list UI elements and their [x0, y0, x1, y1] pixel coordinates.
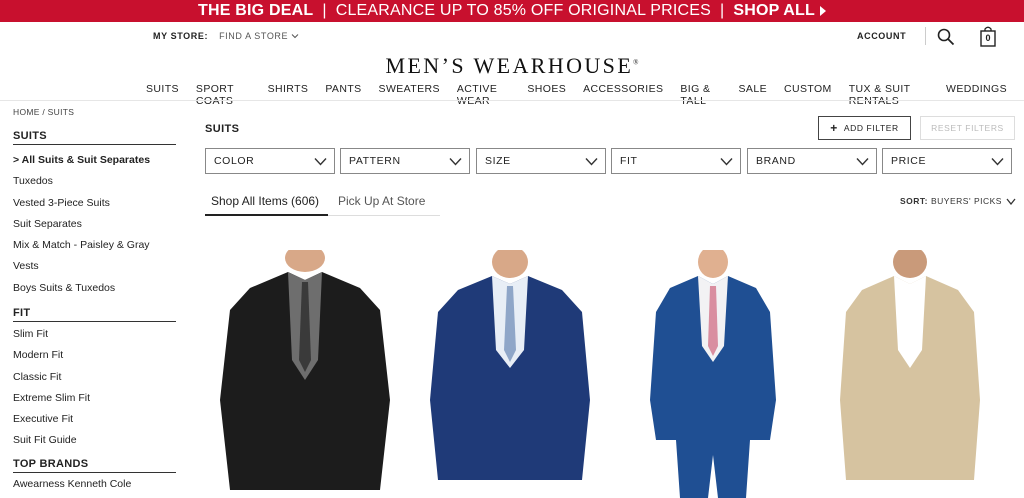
suit-trousers — [676, 440, 750, 498]
site-logo[interactable]: MEN’S WEARHOUSE® — [0, 53, 1024, 79]
add-filter-label: ADD FILTER — [843, 123, 899, 133]
cart-count: 0 — [985, 33, 991, 43]
nav-item-tux-suit-rentals[interactable]: TUX & SUIT RENTALS — [849, 83, 929, 107]
nav-item-sweaters[interactable]: SWEATERS — [379, 83, 440, 107]
sidebar-section-top-brands: TOP BRANDS Awearness Kenneth Cole — [13, 458, 176, 495]
sidebar-item-tuxedos[interactable]: Tuxedos — [13, 171, 176, 192]
plus-icon: + — [830, 121, 838, 135]
sidebar-item-suit-separates[interactable]: Suit Separates — [13, 214, 176, 235]
reset-filters-button[interactable]: RESET FILTERS — [920, 116, 1015, 140]
sort-label: SORT: — [900, 196, 928, 206]
nav-item-suits[interactable]: SUITS — [146, 83, 179, 107]
nav-item-weddings[interactable]: WEDDINGS — [946, 83, 1007, 107]
sidebar-heading: SUITS — [13, 130, 176, 145]
shop-all-link[interactable]: SHOP ALL — [733, 2, 815, 20]
filter-label: PRICE — [891, 155, 927, 167]
sidebar-heading: TOP BRANDS — [13, 458, 176, 473]
store-selector: MY STORE: FIND A STORE — [153, 31, 299, 41]
sidebar-item-mix-match[interactable]: Mix & Match - Paisley & Gray — [13, 235, 176, 256]
find-store-link[interactable]: FIND A STORE — [219, 31, 299, 41]
sidebar-section-fit: FIT Slim Fit Modern Fit Classic Fit Extr… — [13, 307, 176, 452]
nav-item-accessories[interactable]: ACCESSORIES — [583, 83, 663, 107]
sidebar-item-vests[interactable]: Vests — [13, 256, 176, 277]
account-link[interactable]: ACCOUNT — [857, 31, 906, 41]
tab-baseline — [328, 215, 440, 216]
page-title: SUITS — [205, 123, 240, 135]
product-image[interactable] — [430, 250, 590, 498]
logo-text: MEN’S WEARHOUSE — [385, 53, 634, 78]
sidebar-item-classic-fit[interactable]: Classic Fit — [13, 367, 176, 388]
face — [285, 250, 325, 272]
sidebar-heading: FIT — [13, 307, 176, 322]
product-card[interactable] — [220, 250, 390, 498]
nav-item-active-wear[interactable]: ACTIVE WEAR — [457, 83, 510, 107]
tab-shop-all-items[interactable]: Shop All Items (606) — [211, 194, 319, 208]
sidebar-item-suit-fit-guide[interactable]: Suit Fit Guide — [13, 430, 176, 451]
sidebar-item-all-suits[interactable]: > All Suits & Suit Separates — [13, 150, 176, 171]
promo-text: CLEARANCE UP TO 85% OFF ORIGINAL PRICES — [335, 2, 711, 19]
filter-label: PATTERN — [349, 155, 401, 167]
sort-dropdown[interactable]: SORT: BUYERS' PICKS — [900, 196, 1016, 206]
sidebar-section-suits: SUITS > All Suits & Suit Separates Tuxed… — [13, 130, 176, 299]
promo-separator: | — [322, 2, 327, 19]
nav-item-shirts[interactable]: SHIRTS — [268, 83, 309, 107]
chevron-down-icon — [991, 158, 1004, 166]
filter-pattern-dropdown[interactable]: PATTERN — [340, 148, 470, 174]
chevron-down-icon — [291, 34, 299, 39]
chevron-down-icon — [720, 158, 733, 166]
sidebar-item-extreme-slim-fit[interactable]: Extreme Slim Fit — [13, 388, 176, 409]
filter-color-dropdown[interactable]: COLOR — [205, 148, 335, 174]
sort-value: BUYERS' PICKS — [931, 196, 1002, 206]
header-divider — [925, 27, 926, 45]
filter-price-dropdown[interactable]: PRICE — [882, 148, 1012, 174]
sidebar-item-boys-suits[interactable]: Boys Suits & Tuxedos — [13, 278, 176, 299]
product-image[interactable] — [648, 250, 778, 498]
chevron-down-icon — [585, 158, 598, 166]
nav-item-shoes[interactable]: SHOES — [527, 83, 566, 107]
main-nav: SUITS SPORT COATS SHIRTS PANTS SWEATERS … — [146, 83, 1024, 107]
face — [492, 250, 528, 278]
product-image[interactable] — [220, 250, 390, 498]
sidebar-item-executive-fit[interactable]: Executive Fit — [13, 409, 176, 430]
nav-item-big-tall[interactable]: BIG & TALL — [680, 83, 721, 107]
promo-deal: THE BIG DEAL — [198, 2, 314, 19]
product-card[interactable] — [430, 250, 590, 498]
product-image[interactable] — [840, 250, 980, 498]
face — [698, 250, 728, 278]
filter-fit-dropdown[interactable]: FIT — [611, 148, 741, 174]
play-arrow-icon — [819, 6, 826, 16]
tab-pick-up-at-store[interactable]: Pick Up At Store — [338, 194, 425, 208]
chevron-down-icon — [314, 158, 327, 166]
filter-size-dropdown[interactable]: SIZE — [476, 148, 606, 174]
sidebar-item-slim-fit[interactable]: Slim Fit — [13, 324, 176, 345]
filter-label: SIZE — [485, 155, 511, 167]
add-filter-button[interactable]: + ADD FILTER — [818, 116, 911, 140]
product-card[interactable] — [648, 250, 778, 498]
nav-item-sport-coats[interactable]: SPORT COATS — [196, 83, 251, 107]
chevron-down-icon — [856, 158, 869, 166]
nav-item-sale[interactable]: SALE — [739, 83, 767, 107]
promo-banner[interactable]: THE BIG DEAL | CLEARANCE UP TO 85% OFF O… — [0, 0, 1024, 22]
filter-label: COLOR — [214, 155, 255, 167]
my-store-label: MY STORE: — [153, 31, 209, 41]
header-divider-line — [0, 100, 1024, 101]
filter-label: BRAND — [756, 155, 796, 167]
face — [893, 250, 927, 278]
sidebar-item-vested-suits[interactable]: Vested 3-Piece Suits — [13, 193, 176, 214]
nav-item-custom[interactable]: CUSTOM — [784, 83, 832, 107]
product-card[interactable] — [840, 250, 980, 498]
find-store-label: FIND A STORE — [219, 31, 289, 41]
nav-item-pants[interactable]: PANTS — [325, 83, 361, 107]
registered-mark: ® — [633, 58, 639, 67]
promo-separator: | — [720, 2, 725, 19]
filter-brand-dropdown[interactable]: BRAND — [747, 148, 877, 174]
sidebar-item-modern-fit[interactable]: Modern Fit — [13, 345, 176, 366]
search-icon[interactable] — [937, 28, 955, 46]
chevron-down-icon — [449, 158, 462, 166]
filter-label: FIT — [620, 155, 638, 167]
sidebar-item-awearness[interactable]: Awearness Kenneth Cole — [13, 474, 176, 495]
active-tab-indicator — [205, 214, 328, 216]
breadcrumb[interactable]: HOME / SUITS — [13, 107, 74, 117]
chevron-down-icon — [1006, 198, 1016, 205]
